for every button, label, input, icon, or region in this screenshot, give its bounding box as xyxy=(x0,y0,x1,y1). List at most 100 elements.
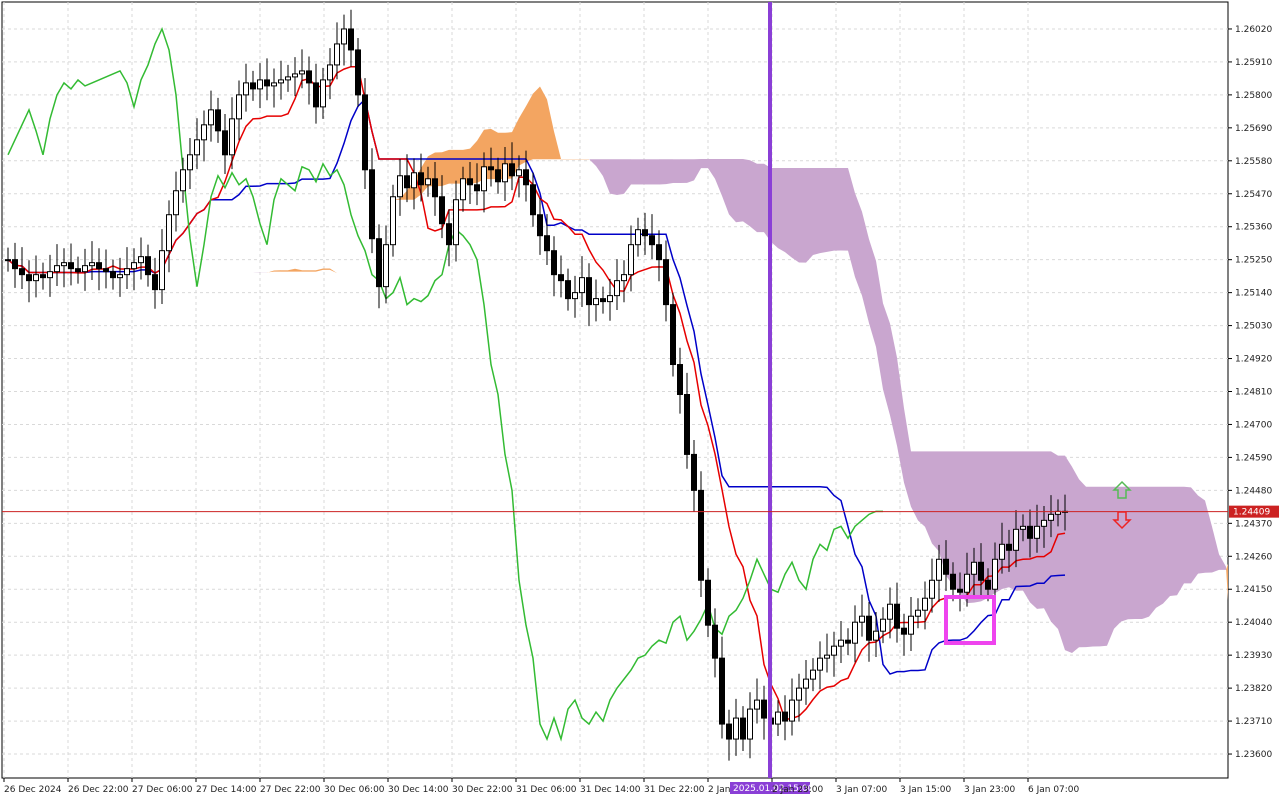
price-tick-label: 1.24040 xyxy=(1235,618,1272,628)
cloud-segment xyxy=(841,168,848,251)
cloud-segment xyxy=(645,159,652,184)
cloud-segment xyxy=(652,159,659,184)
candle-body xyxy=(671,305,676,365)
cloud-segment xyxy=(1121,487,1128,622)
candle-body xyxy=(496,170,501,182)
cloud-segment xyxy=(631,159,638,184)
time-tick-label: 3 Jan 15:00 xyxy=(900,785,952,795)
cloud-segment xyxy=(806,168,813,263)
cloud-segment xyxy=(1044,451,1051,621)
cloud-segment xyxy=(309,270,316,271)
candle-body xyxy=(720,658,725,724)
cloud-segment xyxy=(729,159,736,222)
grid-lines xyxy=(2,2,1228,778)
candle-body xyxy=(111,272,116,278)
price-tick-label: 1.24920 xyxy=(1235,355,1272,365)
candle-body xyxy=(1049,514,1054,520)
candle-body xyxy=(1042,520,1047,526)
candle-body xyxy=(699,490,704,580)
candle-body xyxy=(1014,529,1019,550)
candle-body xyxy=(986,580,991,589)
candle-body xyxy=(83,266,88,272)
cloud-segment xyxy=(638,159,645,184)
candle-body xyxy=(657,245,662,260)
candle-body xyxy=(727,724,732,739)
candle-body xyxy=(146,257,151,275)
candle-body xyxy=(391,197,396,245)
price-tick-label: 1.24480 xyxy=(1235,486,1272,496)
cloud-segment xyxy=(918,451,925,526)
ichimoku-chart: 2025.01.02 15:001.24409 1.260201.259101.… xyxy=(0,0,1280,800)
time-tick-label: 2 Jan xyxy=(708,785,730,795)
candle-body xyxy=(748,709,753,739)
cloud-segment xyxy=(274,270,281,271)
candle-body xyxy=(412,173,417,188)
cloud-segment xyxy=(1058,456,1065,650)
candle-body xyxy=(811,670,816,679)
cloud-segment xyxy=(813,168,820,255)
candle-body xyxy=(587,278,592,305)
candle-body xyxy=(993,559,998,589)
cloud-segment xyxy=(1156,487,1163,608)
time-tick-label: 27 Dec 22:00 xyxy=(260,785,321,795)
candle-body xyxy=(783,712,788,721)
candle-body xyxy=(90,263,95,266)
cloud-segment xyxy=(1128,487,1135,619)
price-tick-label: 1.25690 xyxy=(1235,124,1272,134)
cloud-segment xyxy=(1184,487,1191,584)
candle-body xyxy=(265,80,270,86)
cloud-segment xyxy=(449,150,456,184)
candle-body xyxy=(965,574,970,592)
chart-canvas[interactable]: 2025.01.02 15:001.24409 1.260201.259101.… xyxy=(0,0,1280,800)
candle-body xyxy=(447,224,452,245)
candle-body xyxy=(20,269,25,275)
cloud-segment xyxy=(666,159,673,184)
candle-body xyxy=(930,580,935,598)
candle-body xyxy=(314,83,319,107)
candle-body xyxy=(188,155,193,170)
cloud-segment xyxy=(1086,487,1093,647)
cloud-segment xyxy=(1093,487,1100,647)
cloud-segment xyxy=(1016,451,1023,590)
candle-body xyxy=(636,230,641,245)
candle-body xyxy=(846,640,851,643)
candle-body xyxy=(48,272,53,278)
candle-body xyxy=(489,167,494,170)
cloud-segment xyxy=(1135,487,1142,619)
candle-body xyxy=(594,299,599,305)
candle-body xyxy=(125,269,130,275)
cloud-segment xyxy=(1065,456,1072,653)
cloud-segment xyxy=(1142,487,1149,619)
cloud-segment xyxy=(673,159,680,183)
cloud-segment xyxy=(687,159,694,183)
cloud-segment xyxy=(1051,451,1058,629)
price-tick-label: 1.24260 xyxy=(1235,552,1272,562)
price-tick-label: 1.26020 xyxy=(1235,25,1272,35)
cloud-segment xyxy=(533,86,540,159)
price-tick-label: 1.24150 xyxy=(1235,585,1272,595)
candle-body xyxy=(664,260,669,305)
candle-body xyxy=(209,110,214,125)
candle-body xyxy=(55,266,60,272)
cloud-segment xyxy=(1107,487,1114,646)
time-tick-label: 26 Dec 2024 xyxy=(4,785,62,795)
candle-body xyxy=(237,95,242,119)
candle-body xyxy=(797,688,802,700)
candle-body xyxy=(475,185,480,191)
candle-body xyxy=(762,700,767,718)
price-tick-label: 1.25250 xyxy=(1235,256,1272,266)
price-tick-label: 1.24590 xyxy=(1235,453,1272,463)
time-tick-label: 30 Dec 22:00 xyxy=(452,785,513,795)
price-tick-label: 1.25800 xyxy=(1235,91,1272,101)
price-tick-label: 1.25030 xyxy=(1235,322,1272,332)
candle-body xyxy=(755,700,760,709)
candle-body xyxy=(1021,526,1026,529)
time-tick-label: 27 Dec 14:00 xyxy=(196,785,257,795)
candle-body xyxy=(13,260,18,269)
candle-body xyxy=(27,275,32,281)
time-tick-label: 30 Dec 06:00 xyxy=(324,785,385,795)
cloud-segment xyxy=(820,168,827,253)
candle-body xyxy=(41,275,46,278)
candle-body xyxy=(160,251,165,290)
candle-body xyxy=(538,215,543,236)
